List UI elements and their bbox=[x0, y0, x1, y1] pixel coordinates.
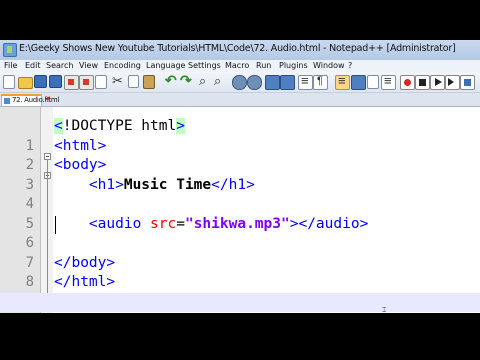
close-icon[interactable] bbox=[64, 75, 79, 90]
play-macro-icon[interactable] bbox=[430, 75, 445, 90]
menu-plugins[interactable]: Plugins bbox=[279, 61, 308, 70]
body-close-tag: </body> bbox=[54, 254, 116, 271]
code-line-4: 4 <h1>Music Time</h1> bbox=[0, 176, 480, 213]
notepad-plus-plus-window: E:\Geeky Shows New Youtube Tutorials\HTM… bbox=[0, 40, 480, 313]
show-all-chars-icon[interactable] bbox=[313, 75, 328, 90]
code-line-7: 7 bbox=[0, 234, 480, 271]
notepad-app-icon bbox=[3, 43, 17, 57]
window-title: E:\Geeky Shows New Youtube Tutorials\HTM… bbox=[19, 43, 456, 54]
src-value: "shikwa.mp3" bbox=[184, 215, 290, 232]
user-language-icon[interactable] bbox=[351, 75, 366, 90]
doctype-close-bracket: > bbox=[176, 118, 185, 134]
line-content: <audio src="shikwa.mp3"></audio> bbox=[54, 215, 368, 235]
mouse-cursor-icon: ⌶ bbox=[382, 307, 387, 314]
h1-text: Music Time bbox=[123, 176, 212, 193]
menu-search[interactable]: Search bbox=[46, 61, 73, 70]
menu-view[interactable]: View bbox=[79, 61, 98, 70]
src-attribute: src bbox=[150, 215, 177, 232]
undo-icon[interactable] bbox=[165, 72, 178, 89]
word-wrap-icon[interactable] bbox=[298, 73, 313, 90]
code-line-2: 2 <html> bbox=[0, 137, 480, 174]
menu-bar: File Edit Search View Encoding Language … bbox=[0, 60, 480, 72]
menu-macro[interactable]: Macro bbox=[225, 61, 249, 70]
indent-guide-icon[interactable] bbox=[335, 73, 350, 90]
body-open-tag: <body> bbox=[54, 157, 107, 173]
code-line-9: 9 </html> bbox=[0, 273, 480, 310]
menu-file[interactable]: File bbox=[4, 61, 17, 70]
cut-icon[interactable] bbox=[112, 73, 125, 89]
code-line-3: 3 <body> bbox=[0, 156, 480, 193]
code-editor[interactable]: 1 <!DOCTYPE html> 2 <html> 3 <body> 4 <h… bbox=[0, 107, 480, 313]
doctype-open-bracket: < bbox=[54, 118, 63, 134]
function-list-icon[interactable] bbox=[381, 73, 396, 90]
menu-encoding[interactable]: Encoding bbox=[104, 61, 141, 70]
code-line-6: 6 <audio src="shikwa.mp3"></audio> bbox=[0, 215, 480, 252]
html-open-tag: <html> bbox=[54, 137, 107, 154]
menu-run[interactable]: Run bbox=[256, 61, 271, 70]
paste-icon[interactable] bbox=[143, 75, 155, 89]
find-icon[interactable] bbox=[199, 73, 212, 89]
menu-settings[interactable]: Settings bbox=[188, 61, 221, 70]
code-line-10: 10 bbox=[0, 292, 480, 313]
tab-close-icon[interactable]: × bbox=[44, 95, 52, 103]
title-bar: E:\Geeky Shows New Youtube Tutorials\HTM… bbox=[0, 40, 480, 61]
text-caret bbox=[55, 216, 56, 234]
equals-sign: = bbox=[176, 215, 185, 232]
menu-window[interactable]: Window bbox=[313, 61, 345, 70]
code-line-5: 5 bbox=[0, 195, 480, 232]
audio-open-tag: <audio bbox=[88, 215, 151, 232]
audio-close-tag: ></audio> bbox=[289, 215, 369, 232]
html-close-tag: </html> bbox=[54, 274, 116, 290]
sync-horizontal-icon[interactable] bbox=[280, 75, 295, 90]
h1-close-tag: </h1> bbox=[211, 176, 255, 193]
record-macro-icon[interactable] bbox=[400, 75, 415, 90]
menu-language[interactable]: Language bbox=[146, 61, 185, 70]
zoom-out-icon[interactable] bbox=[247, 75, 262, 90]
line-number: 10 bbox=[0, 312, 34, 313]
new-file-icon[interactable] bbox=[3, 75, 15, 89]
toolbar bbox=[0, 72, 480, 93]
save-macro-icon[interactable] bbox=[460, 75, 475, 90]
menu-help[interactable]: ? bbox=[348, 61, 352, 70]
run-macro-multiple-icon[interactable] bbox=[445, 75, 460, 90]
doc-map-icon[interactable] bbox=[367, 75, 379, 89]
redo-icon[interactable] bbox=[180, 72, 193, 89]
zoom-in-icon[interactable] bbox=[232, 75, 247, 90]
print-icon[interactable] bbox=[95, 75, 107, 89]
save-all-icon[interactable] bbox=[49, 75, 62, 88]
tab-72-audio-html[interactable]: 72. Audio.html bbox=[1, 94, 59, 106]
replace-icon[interactable] bbox=[214, 73, 227, 89]
sync-vertical-icon[interactable] bbox=[265, 75, 280, 90]
line-content: <!DOCTYPE html> bbox=[54, 117, 185, 137]
h1-open-tag: <h1> bbox=[88, 176, 124, 193]
close-all-icon[interactable] bbox=[79, 75, 94, 90]
doctype-text: !DOCTYPE html bbox=[62, 118, 177, 134]
open-folder-icon[interactable] bbox=[18, 77, 33, 89]
code-line-8: 8 </body> bbox=[0, 254, 480, 291]
tab-label: 72. Audio.html bbox=[12, 96, 60, 104]
save-icon[interactable] bbox=[34, 75, 47, 88]
copy-icon[interactable] bbox=[128, 75, 139, 88]
file-saved-icon bbox=[4, 98, 10, 104]
document-tab-bar: 72. Audio.html × bbox=[0, 93, 480, 107]
stop-macro-icon[interactable] bbox=[415, 75, 430, 90]
line-content: <h1>Music Time</h1> bbox=[54, 176, 255, 196]
code-line-1: 1 <!DOCTYPE html> bbox=[0, 117, 480, 154]
menu-edit[interactable]: Edit bbox=[25, 61, 41, 70]
